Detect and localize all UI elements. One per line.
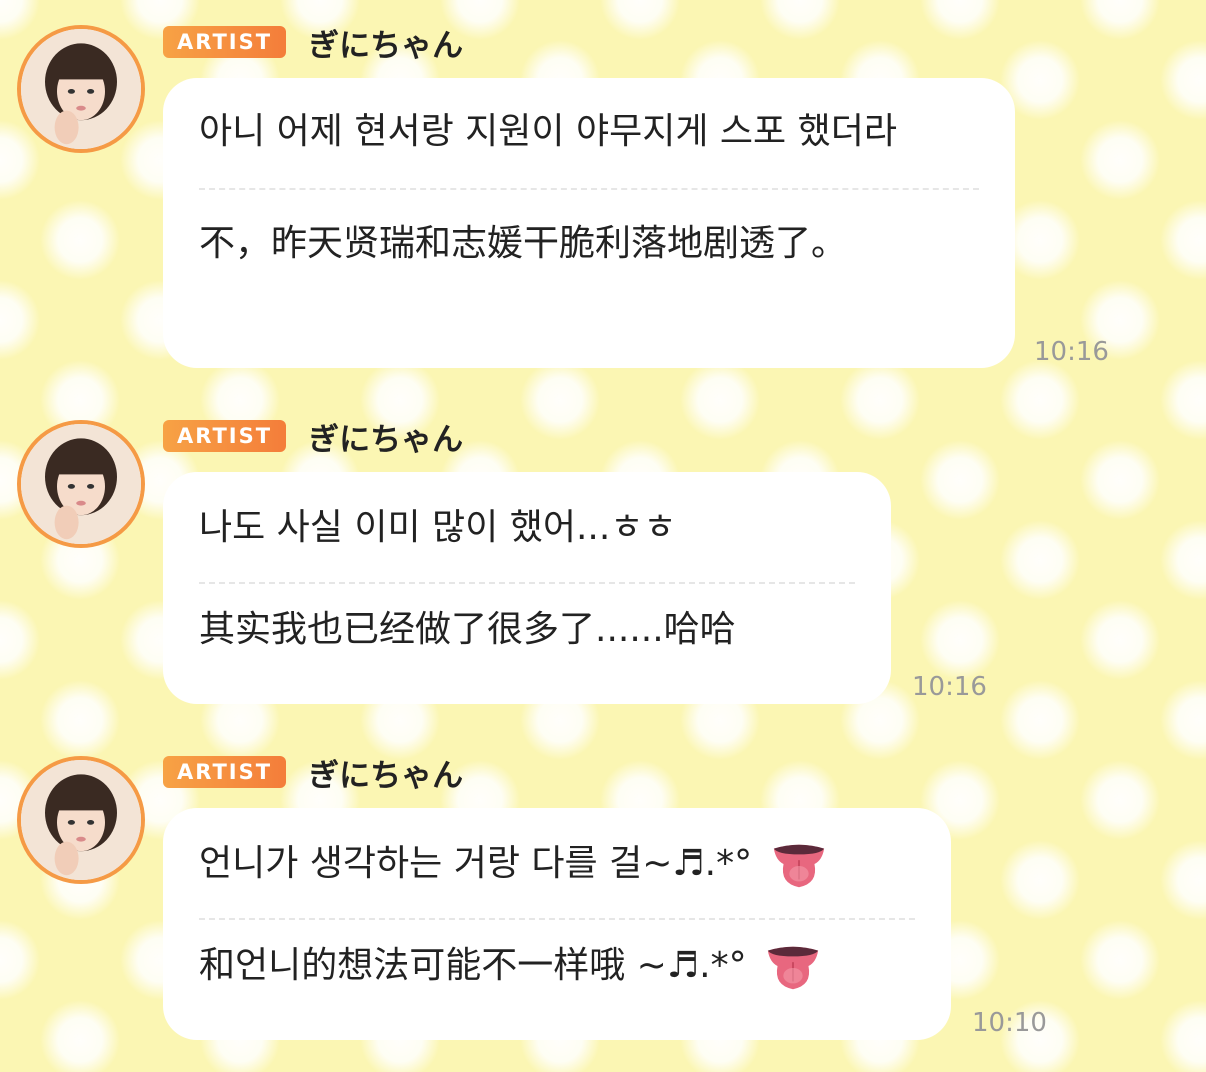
avatar-image xyxy=(21,760,141,880)
avatar[interactable] xyxy=(17,756,145,884)
tongue-emoji-icon xyxy=(773,844,824,888)
message-header: ARTIST ぎにちゃん xyxy=(163,754,463,794)
message-text-chinese: 不，昨天贤瑞和志媛干脆利落地剧透了。 xyxy=(199,223,848,264)
avatar[interactable] xyxy=(17,420,145,548)
avatar-image xyxy=(21,424,141,544)
message-text-korean: 아니 어제 현서랑 지원이 야무지게 스포 했더라 xyxy=(199,111,897,152)
message-text-korean: 언니가 생각하는 거랑 다를 걸~♬.*° xyxy=(199,843,753,884)
avatar[interactable] xyxy=(17,25,145,153)
message-bubble[interactable]: 언니가 생각하는 거랑 다를 걸~♬.*° 和언니的想法可能不一样哦 ~♬.*° xyxy=(163,808,951,1040)
message-bubble[interactable]: 나도 사실 이미 많이 했어...ㅎㅎ 其实我也已经做了很多了......哈哈 xyxy=(163,472,891,704)
message-time: 10:16 xyxy=(912,672,987,702)
message-time: 10:10 xyxy=(972,1008,1047,1038)
message-text-chinese: 其实我也已经做了很多了......哈哈 xyxy=(199,609,736,650)
username[interactable]: ぎにちゃん xyxy=(308,414,463,459)
avatar-image xyxy=(21,29,141,149)
artist-badge: ARTIST xyxy=(163,26,287,58)
artist-badge: ARTIST xyxy=(163,420,287,452)
artist-badge: ARTIST xyxy=(163,756,287,788)
message-header: ARTIST ぎにちゃん xyxy=(163,418,463,458)
tongue-emoji-icon xyxy=(767,946,819,990)
message-text-korean-row: 언니가 생각하는 거랑 다를 걸~♬.*° xyxy=(199,808,915,918)
message-time: 10:16 xyxy=(1034,337,1109,367)
message-text-korean: 나도 사실 이미 많이 했어...ㅎㅎ xyxy=(199,507,677,548)
username[interactable]: ぎにちゃん xyxy=(308,20,463,65)
message-header: ARTIST ぎにちゃん xyxy=(163,24,463,64)
message-bubble[interactable]: 아니 어제 현서랑 지원이 야무지게 스포 했더라 不，昨天贤瑞和志媛干脆利落地… xyxy=(163,78,1015,368)
message-text-chinese-row: 和언니的想法可能不一样哦 ~♬.*° xyxy=(199,920,915,996)
message-text-chinese: 和언니的想法可能不一样哦 ~♬.*° xyxy=(199,945,747,986)
username[interactable]: ぎにちゃん xyxy=(308,750,463,795)
